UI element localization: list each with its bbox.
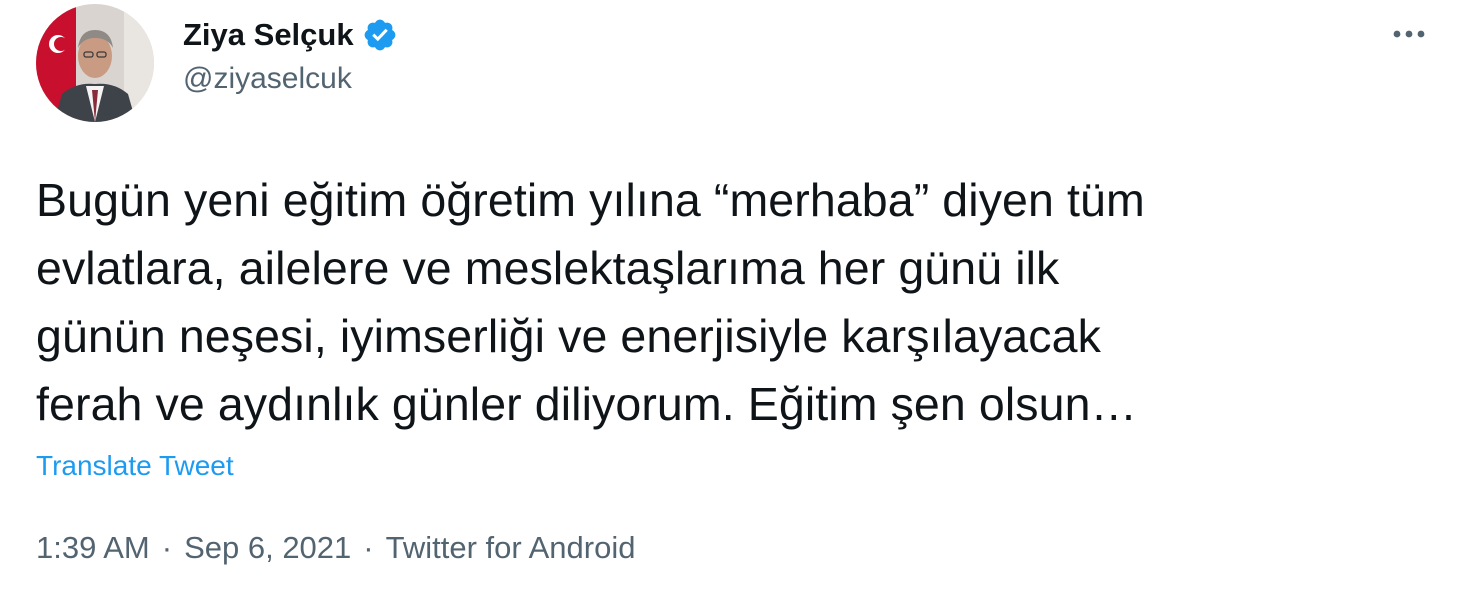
tweet-card: Ziya Selçuk @ziyaselcuk Bugün yeni eğiti… bbox=[0, 0, 1476, 612]
display-name[interactable]: Ziya Selçuk bbox=[183, 17, 354, 53]
profile-photo bbox=[36, 4, 154, 122]
tweet-time[interactable]: 1:39 AM bbox=[36, 530, 150, 566]
tweet-date[interactable]: Sep 6, 2021 bbox=[184, 530, 351, 566]
tweet-metadata: 1:39 AM · Sep 6, 2021 · Twitter for Andr… bbox=[36, 530, 635, 566]
more-options-button[interactable] bbox=[1384, 16, 1432, 52]
separator-dot: · bbox=[363, 530, 374, 565]
user-handle[interactable]: @ziyaselcuk bbox=[183, 62, 398, 96]
tweet-text: Bugün yeni eğitim öğretim yılına “merhab… bbox=[36, 174, 1145, 430]
avatar[interactable] bbox=[36, 4, 154, 122]
verified-badge-icon bbox=[362, 17, 398, 53]
name-row: Ziya Selçuk bbox=[183, 14, 398, 56]
tweet-source[interactable]: Twitter for Android bbox=[386, 530, 636, 566]
more-horizontal-icon bbox=[1393, 30, 1425, 38]
separator-dot: · bbox=[161, 530, 173, 565]
translate-tweet-link[interactable]: Translate Tweet bbox=[36, 450, 234, 482]
user-info: Ziya Selçuk @ziyaselcuk bbox=[183, 14, 398, 96]
